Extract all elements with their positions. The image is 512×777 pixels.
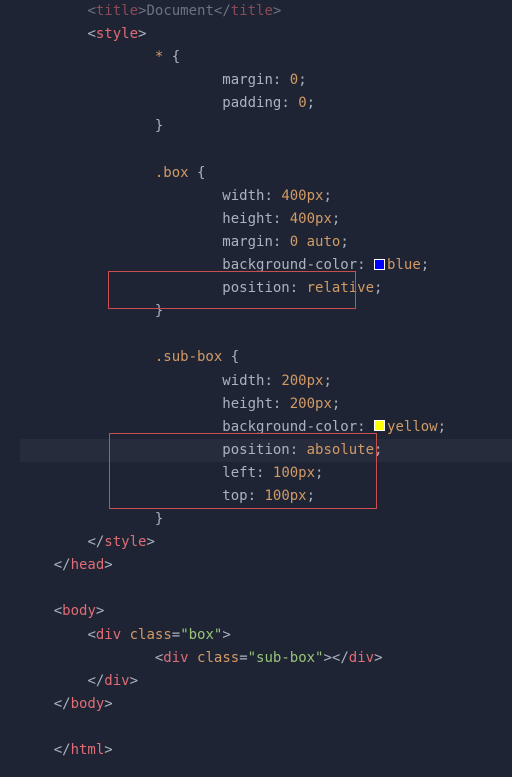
color-swatch-icon — [374, 259, 385, 270]
code-line: </head> — [20, 554, 512, 577]
code-line: background-color: blue; — [20, 254, 512, 277]
code-line — [20, 716, 512, 739]
code-line: * { — [20, 46, 512, 69]
code-line: } — [20, 508, 512, 531]
code-line: position: relative; — [20, 277, 512, 300]
code-line: width: 200px; — [20, 370, 512, 393]
code-line: padding: 0; — [20, 92, 512, 115]
code-line: width: 400px; — [20, 185, 512, 208]
code-line: </body> — [20, 693, 512, 716]
code-line: position: absolute; — [20, 439, 512, 462]
code-line: margin: 0 auto; — [20, 231, 512, 254]
code-line: <div class="box"> — [20, 624, 512, 647]
code-line: <title>Document</title> — [20, 0, 512, 23]
code-line: </html> — [20, 739, 512, 762]
code-line: top: 100px; — [20, 485, 512, 508]
code-line: </div> — [20, 670, 512, 693]
code-line: height: 400px; — [20, 208, 512, 231]
code-line: background-color: yellow; — [20, 416, 512, 439]
color-swatch-icon — [374, 420, 385, 431]
code-line: <style> — [20, 23, 512, 46]
code-line — [20, 577, 512, 600]
code-line — [20, 323, 512, 346]
code-editor: <title>Document</title> <style> * { marg… — [0, 0, 512, 762]
code-line: margin: 0; — [20, 69, 512, 92]
code-line: height: 200px; — [20, 393, 512, 416]
code-line: left: 100px; — [20, 462, 512, 485]
code-line: </style> — [20, 531, 512, 554]
code-line: } — [20, 300, 512, 323]
code-line: } — [20, 115, 512, 138]
code-line: <body> — [20, 600, 512, 623]
code-line: <div class="sub-box"></div> — [20, 647, 512, 670]
code-line: .sub-box { — [20, 346, 512, 369]
code-line: .box { — [20, 162, 512, 185]
code-line — [20, 139, 512, 162]
